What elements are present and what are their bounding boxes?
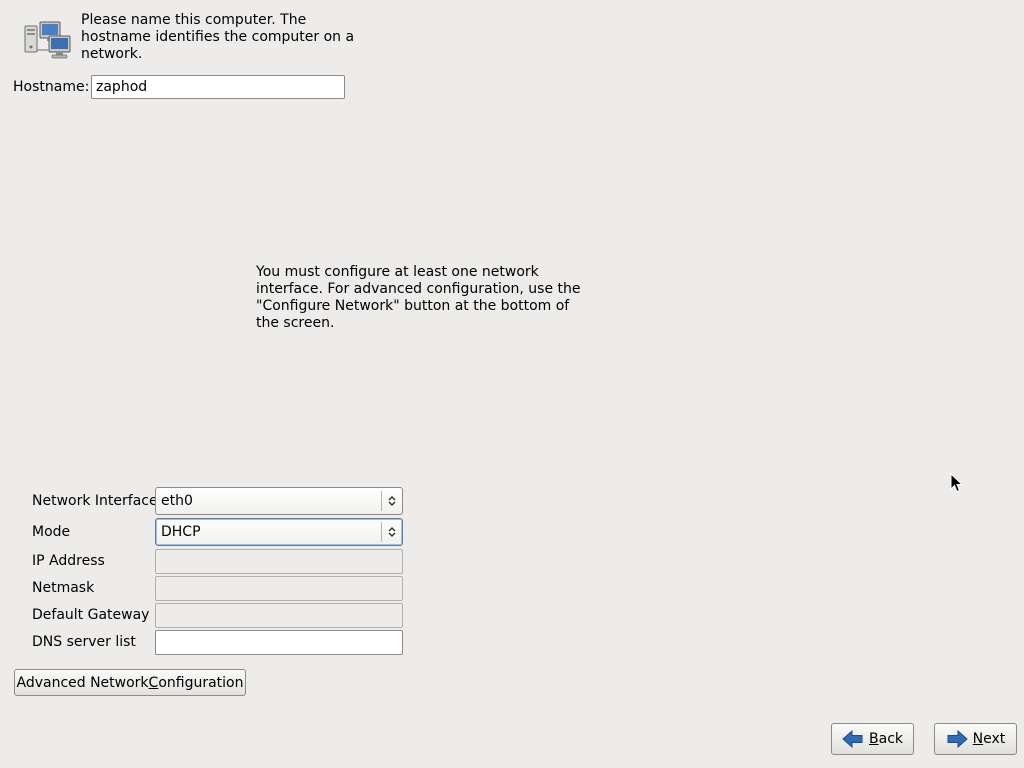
hostname-network-screen: Please name this computer. The hostname … [0, 0, 1024, 768]
back-button-label-post: ack [878, 731, 903, 747]
mode-label: Mode [32, 524, 71, 540]
next-button-mnemonic: N [972, 731, 984, 747]
default-gateway-label: Default Gateway [32, 607, 150, 623]
advanced-button-mnemonic: C [148, 674, 159, 691]
hostname-intro-text: Please name this computer. The hostname … [81, 12, 355, 62]
netmask-field[interactable] [155, 576, 403, 601]
next-arrow-icon [947, 730, 968, 748]
default-gateway-field[interactable] [155, 603, 403, 628]
network-interface-value: eth0 [161, 493, 193, 509]
advanced-button-label-post: onfiguration [158, 674, 244, 691]
mode-combo[interactable]: DHCP [155, 518, 403, 546]
hostname-label: Hostname: [13, 79, 90, 95]
next-button-label-post: ext [983, 731, 1006, 747]
back-arrow-icon [842, 730, 863, 748]
mouse-cursor-icon [950, 473, 964, 493]
back-button-mnemonic: B [869, 731, 879, 747]
up-down-chevron-icon [382, 488, 402, 514]
mode-value: DHCP [161, 524, 201, 540]
dns-server-list-field[interactable] [155, 630, 403, 655]
network-interface-label: Network Interface [32, 493, 158, 509]
up-down-chevron-icon [382, 519, 402, 545]
dns-server-list-label: DNS server list [32, 634, 136, 650]
network-computers-icon [24, 21, 71, 59]
netmask-label: Netmask [32, 580, 95, 596]
ip-address-label: IP Address [32, 553, 105, 569]
ip-address-field[interactable] [155, 549, 403, 574]
hostname-input[interactable] [91, 75, 345, 99]
advanced-button-label-pre: Advanced Network [16, 674, 149, 691]
network-info-text: You must configure at least one network … [256, 264, 581, 331]
next-button[interactable]: Next [934, 723, 1017, 755]
back-button[interactable]: Back [831, 723, 914, 755]
network-interface-combo[interactable]: eth0 [155, 487, 403, 515]
advanced-network-configuration-button[interactable]: Advanced Network Configuration [14, 669, 246, 696]
